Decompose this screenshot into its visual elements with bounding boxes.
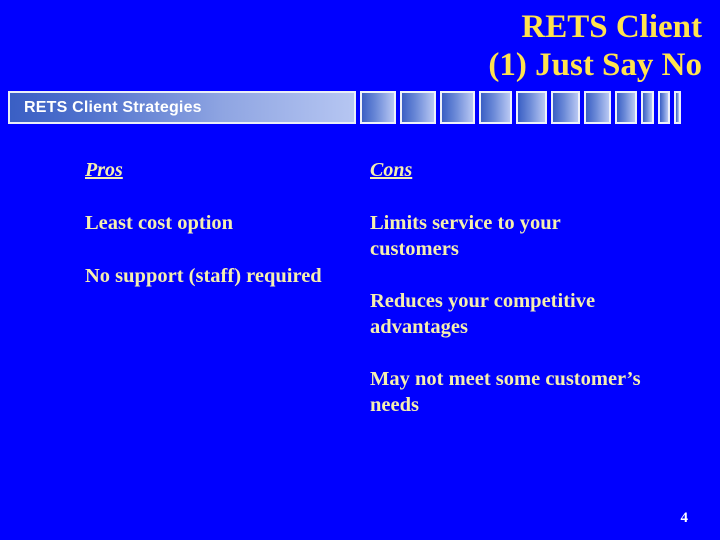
decorative-segment	[674, 91, 681, 124]
decorative-segment	[641, 91, 654, 124]
decorative-segment	[551, 91, 580, 124]
pros-bullet-2: No support (staff) required	[85, 265, 322, 287]
slide-title: RETS Client (1) Just Say No	[272, 8, 702, 84]
section-banner-label: RETS Client Strategies	[24, 98, 202, 116]
column-heading-pros: Pros	[85, 159, 123, 181]
slide-title-line-2: (1) Just Say No	[488, 47, 702, 83]
decorative-segment	[400, 91, 436, 124]
column-cons: Cons Limits service to your customers Re…	[370, 158, 645, 444]
pros-bullet-1: Least cost option	[85, 212, 234, 234]
column-pros: Pros Least cost option No support (staff…	[85, 158, 335, 289]
cons-bullet-2: Reduces your competitive advantages	[370, 290, 596, 338]
decorative-segment	[440, 91, 475, 124]
column-heading-cons: Cons	[370, 159, 413, 181]
decorative-segment	[516, 91, 547, 124]
presentation-slide: RETS Client (1) Just Say No RETS Client …	[0, 0, 720, 540]
cons-bullet-3: May not meet some customer’s needs	[370, 368, 641, 416]
decorative-segment	[615, 91, 637, 124]
decorative-segment	[360, 91, 396, 124]
cons-bullet-1: Limits service to your customers	[370, 212, 561, 260]
banner-row: RETS Client Strategies	[0, 91, 720, 127]
page-number: 4	[680, 510, 689, 526]
decorative-segment	[658, 91, 670, 124]
decorative-segment	[584, 91, 611, 124]
slide-title-line-1: RETS Client	[521, 9, 702, 45]
decorative-segment	[479, 91, 512, 124]
decorative-segment-strip	[360, 91, 685, 124]
section-banner: RETS Client Strategies	[8, 91, 356, 124]
